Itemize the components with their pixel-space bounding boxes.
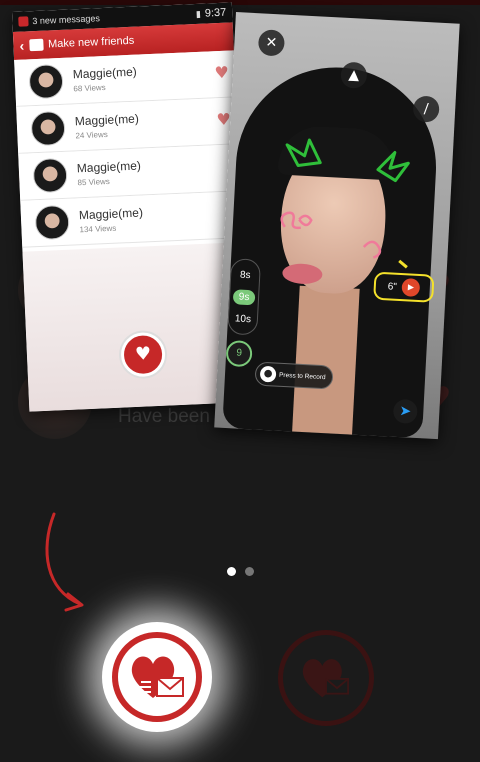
friend-views: 85 Views: [77, 176, 111, 188]
heart-mail-main-button[interactable]: [102, 622, 212, 732]
back-icon[interactable]: ‹: [19, 38, 24, 54]
status-time: 9:37: [204, 6, 227, 20]
record-label: Press to Record: [278, 371, 326, 381]
mic-icon: ●: [259, 365, 277, 383]
friend-name: Maggie(me): [72, 64, 138, 82]
drawing-doodles: [280, 138, 410, 269]
voice-clip-bubble[interactable]: 6" ▶: [373, 271, 435, 303]
friend-views: 68 Views: [73, 82, 106, 94]
signal-icon: ▮: [195, 8, 202, 19]
arrow-icon: [45, 512, 84, 612]
clip-length: 6": [387, 280, 398, 293]
notification-text: 3 new messages: [32, 13, 101, 27]
heart-mail-icon[interactable]: ♥: [214, 63, 229, 83]
heart-mail-icon: [302, 659, 349, 698]
avatar: [30, 110, 66, 147]
friend-name: Maggie(me): [76, 158, 142, 176]
camera-screen-preview: ✕ ▲ / 8s 9s 10s 9 ● Press to Record 6" ▶…: [214, 12, 460, 440]
friend-name: Maggie(me): [78, 205, 144, 223]
friend-views: 134 Views: [79, 223, 117, 235]
timer-selector[interactable]: 8s 9s 10s: [227, 258, 262, 336]
pager-dot-active[interactable]: [227, 567, 236, 576]
friend-row[interactable]: Maggie(me) 134 Views: [20, 191, 243, 248]
timer-option-selected[interactable]: 9s: [232, 288, 256, 305]
app-logo: [28, 38, 44, 52]
friend-views: 24 Views: [75, 129, 108, 141]
play-icon[interactable]: ▶: [401, 278, 421, 297]
avatar: [28, 63, 64, 100]
pager-dot[interactable]: [245, 567, 254, 576]
app-bar-title: Make new friends: [47, 34, 135, 51]
timer-option[interactable]: 10s: [232, 311, 255, 327]
avatar: [32, 157, 68, 194]
avatar: [34, 204, 70, 241]
heart-mail-secondary-button[interactable]: [278, 630, 374, 726]
timer-option[interactable]: 8s: [234, 267, 257, 283]
list-empty-area: [22, 242, 250, 412]
friends-screen-preview: 3 new messages ▮ 9:37 ‹ Make new friends…: [12, 2, 250, 412]
friend-name: Maggie(me): [74, 111, 140, 129]
heart-mail-icon: [131, 656, 184, 698]
record-button[interactable]: ● Press to Record: [254, 361, 334, 390]
message-notification-icon: [18, 16, 29, 27]
